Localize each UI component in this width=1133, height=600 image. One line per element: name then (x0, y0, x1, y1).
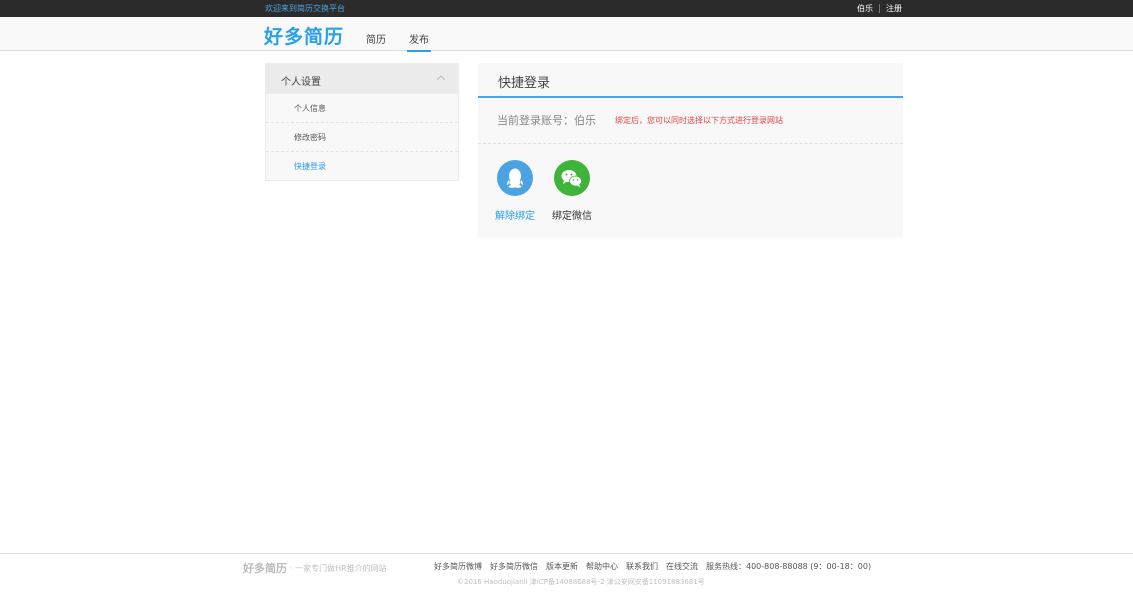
footer-link-help[interactable]: 帮助中心 (586, 561, 618, 572)
footer-link-weibo[interactable]: 好多简历微博 (434, 561, 482, 572)
footer-link-chat[interactable]: 在线交流 (666, 561, 698, 572)
footer-links: 好多简历微博 好多简历微信 版本更新 帮助中心 联系我们 在线交流 服务热线：4… (434, 561, 879, 572)
chevron-up-icon (436, 75, 446, 81)
footer-copyright: ©2016 Haoduojianli 津ICP备14088688号-2 津公安网… (457, 578, 705, 586)
sidebar-item-change-password[interactable]: 修改密码 (266, 123, 458, 152)
unbind-qq-link[interactable]: 解除绑定 (485, 207, 545, 222)
qq-binding: 解除绑定 (485, 160, 545, 222)
panel-header: 快捷登录 (478, 63, 903, 98)
nav-item-publish[interactable]: 发布 (407, 31, 431, 52)
top-user-links: 伯乐 注册 (857, 3, 902, 14)
sidebar-item-label: 快捷登录 (294, 162, 326, 171)
wechat-binding: 绑定微信 (542, 160, 602, 222)
footer-link-changelog[interactable]: 版本更新 (546, 561, 578, 572)
nav-item-resume[interactable]: 简历 (364, 31, 388, 52)
user-link[interactable]: 伯乐 (857, 3, 873, 14)
bind-wechat-link[interactable]: 绑定微信 (542, 207, 602, 222)
page-title: 快捷登录 (498, 76, 551, 91)
sidebar-title: 个人设置 (281, 77, 321, 88)
sidebar-item-profile[interactable]: 个人信息 (266, 94, 458, 123)
site-header: 好多简历 简历 发布 (0, 17, 1133, 52)
footer-logo: 好多简历 (243, 562, 287, 575)
qq-icon[interactable] (497, 160, 533, 196)
wechat-icon[interactable] (554, 160, 590, 196)
settings-sidebar: 个人设置 个人信息 修改密码 快捷登录 (265, 63, 459, 181)
quick-login-panel: 快捷登录 当前登录账号：伯乐 绑定后，您可以同时选择以下方式进行登录网站 解除绑… (478, 63, 903, 238)
top-bar: 欢迎来到简历交换平台 伯乐 注册 (0, 0, 1133, 17)
sidebar-item-label: 个人信息 (294, 104, 326, 113)
welcome-text: 欢迎来到简历交换平台 (265, 4, 345, 13)
footer-link-contact[interactable]: 联系我们 (626, 561, 658, 572)
account-row: 当前登录账号：伯乐 绑定后，您可以同时选择以下方式进行登录网站 (478, 98, 903, 144)
current-account: 当前登录账号：伯乐 (497, 114, 596, 127)
sidebar-item-quick-login[interactable]: 快捷登录 (266, 152, 458, 181)
footer-link-wechat[interactable]: 好多简历微信 (490, 561, 538, 572)
site-footer: 好多简历 · 一家专门做HR推介的网站 好多简历微博 好多简历微信 版本更新 帮… (0, 553, 1133, 600)
sidebar-header[interactable]: 个人设置 (266, 64, 458, 94)
sidebar-item-label: 修改密码 (294, 133, 326, 142)
main-nav: 简历 发布 (364, 31, 450, 52)
divider (879, 4, 880, 13)
register-link[interactable]: 注册 (886, 3, 902, 14)
footer-slogan: · 一家专门做HR推介的网站 (290, 564, 387, 573)
site-logo[interactable]: 好多简历 (264, 22, 344, 49)
footer-hotline: 服务热线：400-808-88088 (9：00-18：00) (706, 562, 872, 571)
bind-tip: 绑定后，您可以同时选择以下方式进行登录网站 (615, 116, 783, 125)
